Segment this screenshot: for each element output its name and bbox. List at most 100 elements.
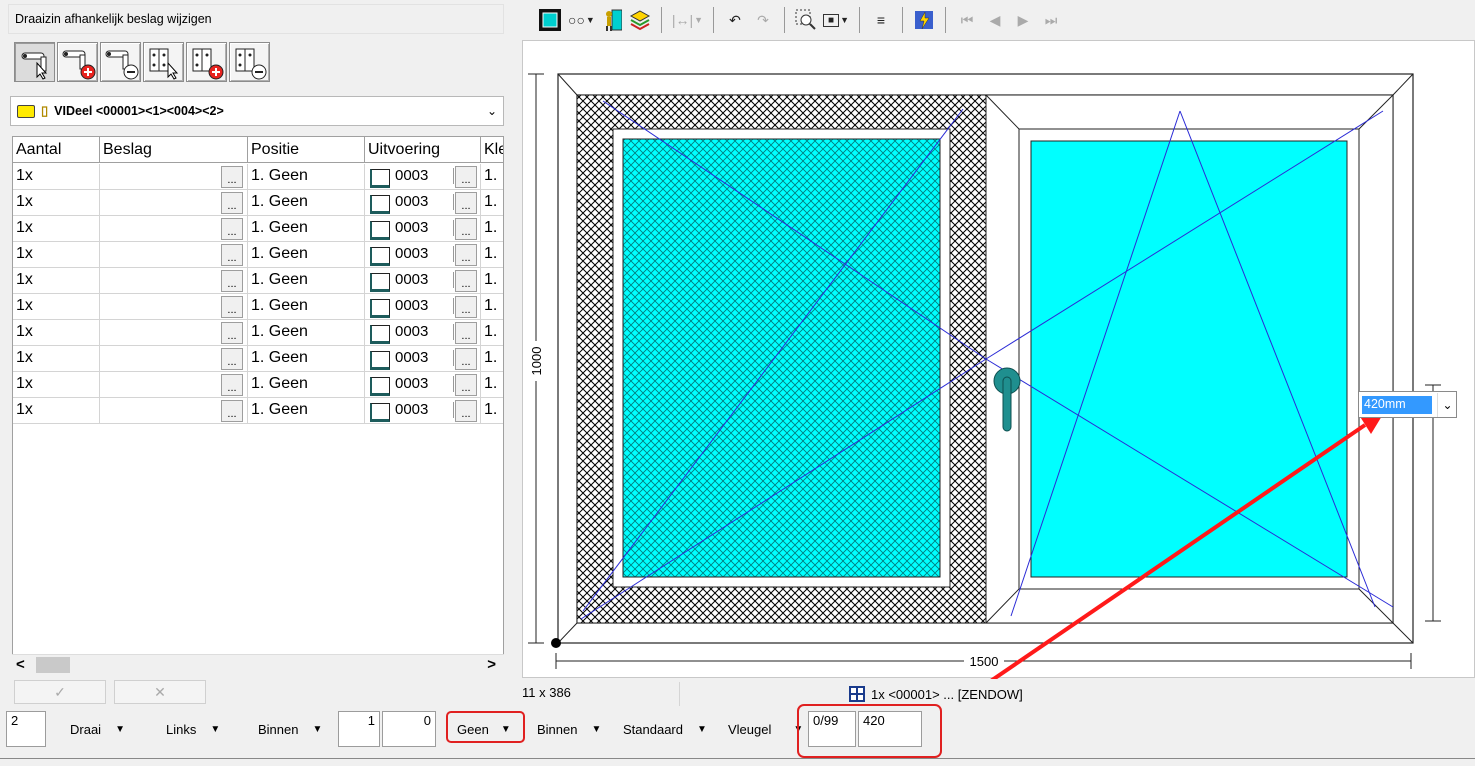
select-hinge-button[interactable] [143,42,184,82]
cell-uitvoering[interactable]: 0003... [365,372,481,398]
browse-button[interactable]: ... [455,400,477,422]
cell-beslag[interactable]: ... [100,268,248,294]
column-header-positie[interactable]: Positie [248,137,365,163]
cell-aantal[interactable]: 1x [13,320,100,346]
browse-button[interactable]: ... [455,192,477,214]
cell-aantal[interactable]: 1x [13,398,100,424]
cell-kleur[interactable]: 1. [481,268,503,294]
layers-button[interactable] [629,7,651,33]
cell-uitvoering[interactable]: 0003... [365,268,481,294]
cell-positie[interactable]: 1. Geen [248,398,365,424]
confirm-button[interactable]: ✓ [14,680,106,704]
cell-uitvoering[interactable]: 0003... [365,320,481,346]
browse-button[interactable]: ... [221,218,243,240]
cell-beslag[interactable]: ... [100,398,248,424]
browse-button[interactable]: ... [455,270,477,292]
browse-button[interactable]: ... [455,166,477,188]
undo-button[interactable]: ↶ [724,7,746,33]
cell-beslag[interactable]: ... [100,190,248,216]
table-row[interactable]: 1x... 1. Geen 0003... 1. [13,320,503,346]
cell-positie[interactable]: 1. Geen [248,190,365,216]
cell-uitvoering[interactable]: 0003... [365,164,481,190]
add-hinge-button[interactable] [186,42,227,82]
cell-kleur[interactable]: 1. [481,190,503,216]
cell-kleur[interactable]: 1. [481,372,503,398]
dimension-value[interactable]: 420mm [1362,396,1432,414]
calculate-button[interactable] [913,7,935,33]
previous-button[interactable]: ◀ [984,7,1006,33]
cell-beslag[interactable]: ... [100,164,248,190]
field-1[interactable]: 1 [338,711,380,747]
table-row[interactable]: 1x... 1. Geen 0003... 1. [13,242,503,268]
column-header-kleur[interactable]: Kle [481,137,503,163]
cell-positie[interactable]: 1. Geen [248,320,365,346]
cell-aantal[interactable]: 1x [13,346,100,372]
drawing-canvas[interactable]: 1500 1000 [522,40,1475,679]
table-row[interactable]: 1x... 1. Geen 0003... 1. [13,398,503,424]
scrollbar-thumb[interactable] [36,657,70,673]
table-row[interactable]: 1x... 1. Geen 0003... 1. [13,268,503,294]
next-button[interactable]: ▶ [1012,7,1034,33]
part-select[interactable]: ▯ VIDeel <00001><1><004><2> ⌄ [10,96,504,126]
browse-button[interactable]: ... [221,166,243,188]
table-row[interactable]: 1x... 1. Geen 0003... 1. [13,164,503,190]
table-row[interactable]: 1x... 1. Geen 0003... 1. [13,372,503,398]
cell-positie[interactable]: 1. Geen [248,268,365,294]
person-view-button[interactable] [601,7,623,33]
browse-button[interactable]: ... [221,296,243,318]
field-2[interactable]: 0 [382,711,436,747]
select-handle-button[interactable] [14,42,55,82]
browse-button[interactable]: ... [221,192,243,214]
cell-kleur[interactable]: 1. [481,164,503,190]
dimension-popup[interactable]: 420mm ⌄ [1358,391,1457,418]
table-row[interactable]: 1x... 1. Geen 0003... 1. [13,216,503,242]
cell-kleur[interactable]: 1. [481,346,503,372]
browse-button[interactable]: ... [221,322,243,344]
last-button[interactable]: ⏭ [1040,7,1062,33]
frame-view-button[interactable] [538,7,562,33]
view-mode-button[interactable]: ■ ▼ [823,7,849,33]
scroll-left-icon[interactable]: < [16,656,25,673]
cell-aantal[interactable]: 1x [13,268,100,294]
cell-aantal[interactable]: 1x [13,216,100,242]
cell-positie[interactable]: 1. Geen [248,372,365,398]
table-row[interactable]: 1x... 1. Geen 0003... 1. [13,190,503,216]
vleugel-dropdown[interactable]: Vleugel ▼ [728,722,803,737]
browse-button[interactable]: ... [455,322,477,344]
cell-positie[interactable]: 1. Geen [248,294,365,320]
browse-button[interactable]: ... [221,400,243,422]
cell-aantal[interactable]: 1x [13,242,100,268]
browse-button[interactable]: ... [455,374,477,396]
cell-beslag[interactable]: ... [100,216,248,242]
cell-positie[interactable]: 1. Geen [248,346,365,372]
redo-button[interactable]: ↷ [752,7,774,33]
cell-aantal[interactable]: 1x [13,294,100,320]
cell-beslag[interactable]: ... [100,320,248,346]
binnen-dropdown-2[interactable]: Binnen ▼ [537,722,601,737]
cell-uitvoering[interactable]: 0003... [365,190,481,216]
cell-beslag[interactable]: ... [100,346,248,372]
add-handle-button[interactable] [57,42,98,82]
browse-button[interactable]: ... [455,244,477,266]
cell-kleur[interactable]: 1. [481,398,503,424]
cell-beslag[interactable]: ... [100,242,248,268]
remove-hinge-button[interactable] [229,42,270,82]
scroll-right-icon[interactable]: > [487,656,496,673]
cell-kleur[interactable]: 1. [481,242,503,268]
cell-uitvoering[interactable]: 0003... [365,398,481,424]
glasses-view-button[interactable]: ○○ ▼ [568,7,595,33]
chevron-down-icon[interactable]: ⌄ [1437,393,1457,417]
align-button[interactable]: ≡ [870,7,892,33]
cell-aantal[interactable]: 1x [13,372,100,398]
browse-button[interactable]: ... [221,348,243,370]
cell-aantal[interactable]: 1x [13,190,100,216]
cancel-button[interactable]: ✕ [114,680,206,704]
binnen-dropdown-1[interactable]: Binnen ▼ [258,722,322,737]
dimension-button[interactable]: |↔| ▼ [672,7,703,33]
browse-button[interactable]: ... [221,374,243,396]
zoom-button[interactable] [795,7,817,33]
browse-button[interactable]: ... [221,244,243,266]
cell-kleur[interactable]: 1. [481,320,503,346]
table-row[interactable]: 1x... 1. Geen 0003... 1. [13,294,503,320]
cell-beslag[interactable]: ... [100,372,248,398]
